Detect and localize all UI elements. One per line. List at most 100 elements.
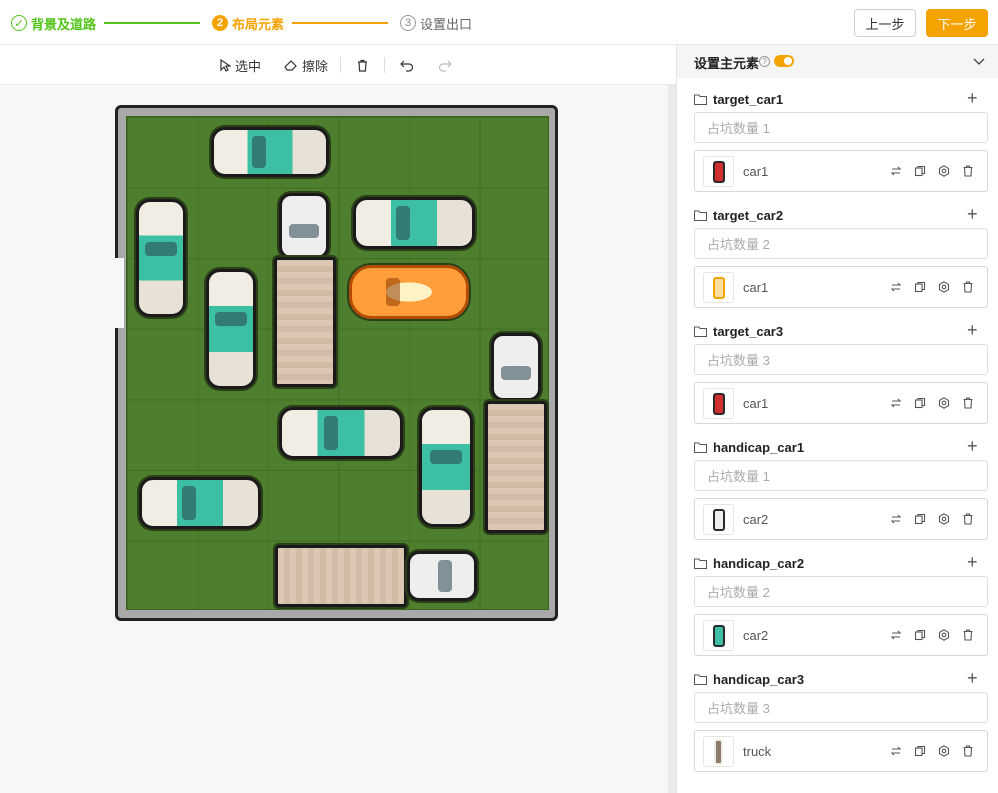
redo-icon xyxy=(438,60,452,72)
element-thumbnail xyxy=(703,156,734,187)
element-thumbnail xyxy=(703,388,734,419)
settings-icon[interactable] xyxy=(937,164,951,178)
slot-count-input[interactable]: 占坑数量 3 xyxy=(694,692,988,723)
windshield xyxy=(430,450,462,464)
vehicle-car2[interactable] xyxy=(419,407,473,527)
folder-icon xyxy=(694,94,707,105)
redo-button[interactable] xyxy=(438,56,456,74)
element-item[interactable]: car1 xyxy=(694,150,988,192)
trash-icon[interactable] xyxy=(961,744,975,758)
parking-board[interactable] xyxy=(114,105,558,621)
element-item[interactable]: car1 xyxy=(694,382,988,424)
next-step-button[interactable]: 下一步 xyxy=(926,9,988,37)
settings-icon[interactable] xyxy=(937,744,951,758)
eraser-icon xyxy=(284,60,297,71)
vehicle-car1-target[interactable] xyxy=(349,265,469,319)
chevron-down-icon[interactable] xyxy=(973,55,985,67)
element-group: target_car3 + 占坑数量 3 car1 xyxy=(677,321,998,438)
trash-icon[interactable] xyxy=(961,512,975,526)
vehicle-truck-bed[interactable] xyxy=(275,545,407,607)
canvas-scrollbar[interactable] xyxy=(668,85,676,793)
erase-tool[interactable]: 擦除 xyxy=(284,56,328,74)
element-item[interactable]: truck xyxy=(694,730,988,772)
group-header[interactable]: target_car1 xyxy=(694,90,783,108)
vehicle-car2[interactable] xyxy=(279,407,403,459)
vehicle-truck-cab[interactable] xyxy=(491,333,541,401)
trash-icon[interactable] xyxy=(961,396,975,410)
folder-icon xyxy=(694,442,707,453)
group-name: target_car3 xyxy=(713,323,784,339)
step-layout-elements[interactable]: 2 布局元素 xyxy=(212,14,284,32)
copy-icon[interactable] xyxy=(913,396,927,410)
add-icon[interactable]: + xyxy=(967,321,978,339)
vehicle-car2[interactable] xyxy=(139,477,261,529)
trash-icon[interactable] xyxy=(961,628,975,642)
copy-icon[interactable] xyxy=(913,280,927,294)
vehicle-truck-bed[interactable] xyxy=(274,257,336,387)
element-item[interactable]: car1 xyxy=(694,266,988,308)
swap-icon[interactable] xyxy=(889,512,903,526)
undo-button[interactable] xyxy=(400,56,418,74)
settings-icon[interactable] xyxy=(937,512,951,526)
vehicle-car2[interactable] xyxy=(211,127,329,177)
slot-count-input[interactable]: 占坑数量 3 xyxy=(694,344,988,375)
trash-icon[interactable] xyxy=(961,164,975,178)
element-actions xyxy=(889,512,975,526)
panel-header: 设置主元素 ? xyxy=(677,45,998,78)
step-label: 背景及道路 xyxy=(31,16,97,32)
step-background-road[interactable]: ✓ 背景及道路 xyxy=(11,14,96,32)
swap-icon[interactable] xyxy=(889,280,903,294)
windshield xyxy=(386,278,400,306)
slot-count-input[interactable]: 占坑数量 1 xyxy=(694,460,988,491)
check-icon: ✓ xyxy=(11,15,27,31)
vehicle-truck-cab[interactable] xyxy=(279,193,329,259)
step-set-exit[interactable]: 3 设置出口 xyxy=(400,14,472,32)
select-tool[interactable]: 选中 xyxy=(220,56,261,74)
vehicle-truck-bed[interactable] xyxy=(485,401,547,533)
group-header[interactable]: handicap_car3 xyxy=(694,670,804,688)
group-header[interactable]: handicap_car2 xyxy=(694,554,804,572)
slot-count-input[interactable]: 占坑数量 1 xyxy=(694,112,988,143)
element-settings-panel: 设置主元素 ? target_car1 + 占坑数量 1 car1 target… xyxy=(676,45,998,793)
group-header[interactable]: target_car3 xyxy=(694,322,783,340)
vehicle-truck-cab[interactable] xyxy=(407,551,477,601)
add-icon[interactable]: + xyxy=(967,669,978,687)
step-label: 布局元素 xyxy=(232,16,285,32)
slot-count-input[interactable]: 占坑数量 2 xyxy=(694,228,988,259)
element-item[interactable]: car2 xyxy=(694,614,988,656)
slot-count-input[interactable]: 占坑数量 2 xyxy=(694,576,988,607)
windshield xyxy=(252,136,266,168)
copy-icon[interactable] xyxy=(913,164,927,178)
element-item[interactable]: car2 xyxy=(694,498,988,540)
vehicle-car2[interactable] xyxy=(206,269,256,389)
swap-icon[interactable] xyxy=(889,164,903,178)
element-name: car1 xyxy=(743,396,769,411)
add-icon[interactable]: + xyxy=(967,553,978,571)
parking-grid[interactable] xyxy=(126,116,549,610)
group-header[interactable]: target_car2 xyxy=(694,206,783,224)
vehicle-car2[interactable] xyxy=(353,197,475,249)
element-thumbnail xyxy=(703,620,734,651)
element-thumbnail xyxy=(703,504,734,535)
board-exit-gap xyxy=(114,258,124,328)
settings-icon[interactable] xyxy=(937,628,951,642)
settings-icon[interactable] xyxy=(937,280,951,294)
add-icon[interactable]: + xyxy=(967,205,978,223)
copy-icon[interactable] xyxy=(913,628,927,642)
delete-button[interactable] xyxy=(356,56,373,74)
group-header[interactable]: handicap_car1 xyxy=(694,438,804,456)
help-icon[interactable]: ? xyxy=(759,56,770,67)
trash-icon[interactable] xyxy=(961,280,975,294)
add-icon[interactable]: + xyxy=(967,89,978,107)
vehicle-car2[interactable] xyxy=(136,199,186,317)
settings-icon[interactable] xyxy=(937,396,951,410)
copy-icon[interactable] xyxy=(913,512,927,526)
add-icon[interactable]: + xyxy=(967,437,978,455)
swap-icon[interactable] xyxy=(889,744,903,758)
swap-icon[interactable] xyxy=(889,628,903,642)
prev-step-button[interactable]: 上一步 xyxy=(854,9,916,37)
element-group: target_car1 + 占坑数量 1 car1 xyxy=(677,89,998,206)
copy-icon[interactable] xyxy=(913,744,927,758)
swap-icon[interactable] xyxy=(889,396,903,410)
main-element-toggle[interactable] xyxy=(774,55,794,67)
